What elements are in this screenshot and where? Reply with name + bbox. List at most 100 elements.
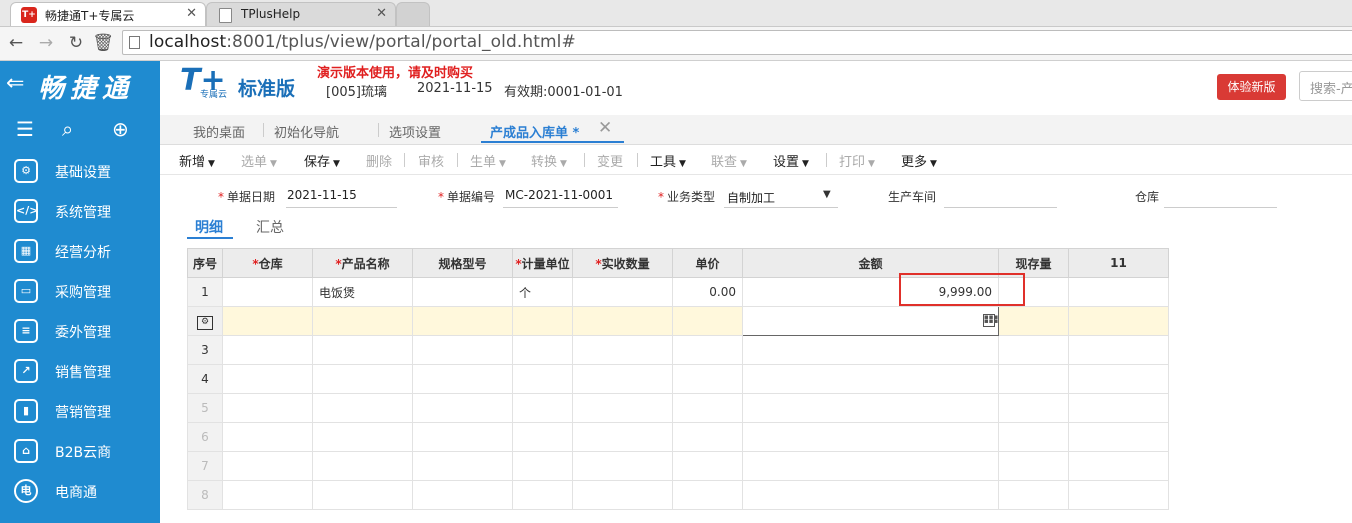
cell[interactable]: [412, 393, 513, 423]
table-row[interactable]: 3: [187, 335, 1169, 365]
cell[interactable]: [512, 480, 573, 510]
select-source-button[interactable]: 选单 ▼: [241, 151, 277, 170]
cell[interactable]: [672, 393, 743, 423]
tab-finished-goods-receipt[interactable]: 产成品入库单 *: [490, 122, 579, 141]
doc-no-field[interactable]: MC-2021-11-0001: [505, 188, 613, 202]
sidebar-item-purchase[interactable]: ▭ 采购管理: [0, 271, 160, 311]
cell[interactable]: [512, 335, 573, 365]
cell[interactable]: [572, 364, 673, 394]
cell[interactable]: [312, 451, 413, 481]
doc-date-field[interactable]: 2021-11-15: [287, 188, 357, 202]
print-button[interactable]: 打印 ▼: [839, 151, 875, 170]
warehouse-cell[interactable]: [222, 277, 313, 307]
cell[interactable]: [1068, 422, 1169, 452]
cell[interactable]: [672, 364, 743, 394]
collapse-arrow-icon[interactable]: ⇐: [6, 71, 24, 96]
menu-icon[interactable]: ☰: [16, 117, 34, 141]
cell[interactable]: [312, 364, 413, 394]
browser-tab-help[interactable]: TPlusHelp ✕: [206, 2, 396, 26]
cell[interactable]: [672, 335, 743, 365]
trash-icon[interactable]: 🗑: [92, 32, 114, 54]
cell[interactable]: [312, 393, 413, 423]
cell[interactable]: [312, 422, 413, 452]
cell[interactable]: [222, 451, 313, 481]
tab-detail[interactable]: 明细: [195, 217, 223, 237]
tab-desktop[interactable]: 我的桌面: [193, 122, 245, 141]
sidebar-item-b2b[interactable]: ⌂ B2B云商: [0, 431, 160, 471]
table-row[interactable]: 4: [187, 364, 1169, 394]
sidebar-item-analysis[interactable]: ▦ 经营分析: [0, 231, 160, 271]
cell[interactable]: [1068, 393, 1169, 423]
back-arrow-icon[interactable]: ←: [5, 32, 27, 54]
column-header[interactable]: *实收数量: [572, 248, 673, 278]
cell[interactable]: [222, 306, 313, 336]
cell[interactable]: [572, 306, 673, 336]
cell[interactable]: [222, 422, 313, 452]
column-header[interactable]: *产品名称: [312, 248, 413, 278]
close-icon[interactable]: ✕: [186, 6, 197, 21]
cell[interactable]: [672, 306, 743, 336]
cell[interactable]: [1068, 335, 1169, 365]
row-settings-cell[interactable]: ⚙: [187, 306, 223, 336]
cell[interactable]: [572, 451, 673, 481]
cell[interactable]: [512, 306, 573, 336]
column-header[interactable]: *计量单位: [512, 248, 573, 278]
cell[interactable]: [412, 480, 513, 510]
settings-button[interactable]: 设置 ▼: [773, 151, 809, 170]
cell[interactable]: [1068, 480, 1169, 510]
cell[interactable]: [1068, 451, 1169, 481]
tab-summary[interactable]: 汇总: [256, 217, 284, 237]
save-button[interactable]: 保存 ▼: [304, 151, 340, 170]
cell[interactable]: [412, 306, 513, 336]
cell[interactable]: [572, 480, 673, 510]
address-bar[interactable]: localhost:8001/tplus/view/portal/portal_…: [122, 30, 1352, 55]
unit-cell[interactable]: 个: [512, 277, 573, 307]
table-row[interactable]: 5: [187, 393, 1169, 423]
cell[interactable]: [742, 335, 999, 365]
product-cell[interactable]: 电饭煲: [312, 277, 413, 307]
cell[interactable]: [222, 364, 313, 394]
calculator-icon[interactable]: ▪▪▪ ▪▪▪: [983, 314, 998, 327]
convert-button[interactable]: 转换 ▼: [531, 151, 567, 170]
close-icon[interactable]: ✕: [598, 118, 612, 138]
cell[interactable]: [512, 393, 573, 423]
cell[interactable]: [1068, 277, 1169, 307]
cell[interactable]: [742, 393, 999, 423]
row-gear-icon[interactable]: ⚙: [197, 315, 213, 330]
new-button[interactable]: 新增 ▼: [179, 151, 215, 170]
cell[interactable]: [512, 364, 573, 394]
new-tab-button[interactable]: [396, 2, 430, 26]
cell[interactable]: [312, 306, 413, 336]
quantity-cell[interactable]: [572, 277, 673, 307]
cell[interactable]: [742, 451, 999, 481]
amount-editor[interactable]: ▪▪▪ ▪▪▪: [742, 306, 999, 336]
cell[interactable]: [222, 335, 313, 365]
warehouse-field[interactable]: [1164, 207, 1277, 208]
cell[interactable]: [672, 480, 743, 510]
biz-type-select[interactable]: 自制加工: [727, 189, 775, 206]
try-new-version-button[interactable]: 体验新版: [1217, 74, 1286, 100]
spec-cell[interactable]: [412, 277, 513, 307]
cell[interactable]: [742, 480, 999, 510]
table-row[interactable]: ⚙ ▪▪▪ ▪▪▪: [187, 306, 1169, 336]
cell[interactable]: [742, 422, 999, 452]
column-header[interactable]: 单价: [672, 248, 743, 278]
search-input[interactable]: 搜索-产: [1299, 71, 1352, 101]
cell[interactable]: [742, 364, 999, 394]
cell[interactable]: [572, 422, 673, 452]
cell[interactable]: [412, 335, 513, 365]
forward-arrow-icon[interactable]: →: [35, 32, 57, 54]
table-row[interactable]: 6: [187, 422, 1169, 452]
cell[interactable]: [412, 451, 513, 481]
column-header[interactable]: 规格型号: [412, 248, 513, 278]
sidebar-item-basic-settings[interactable]: ⚙ 基础设置: [0, 151, 160, 191]
sidebar-item-outsource[interactable]: ≡ 委外管理: [0, 311, 160, 351]
cell[interactable]: [412, 422, 513, 452]
cell[interactable]: [1068, 306, 1169, 336]
table-row[interactable]: 8: [187, 480, 1169, 510]
cell[interactable]: [412, 364, 513, 394]
cell[interactable]: [1068, 364, 1169, 394]
column-header[interactable]: 11: [1068, 248, 1169, 278]
cell[interactable]: [572, 393, 673, 423]
chevron-down-icon[interactable]: ▼: [823, 189, 831, 200]
